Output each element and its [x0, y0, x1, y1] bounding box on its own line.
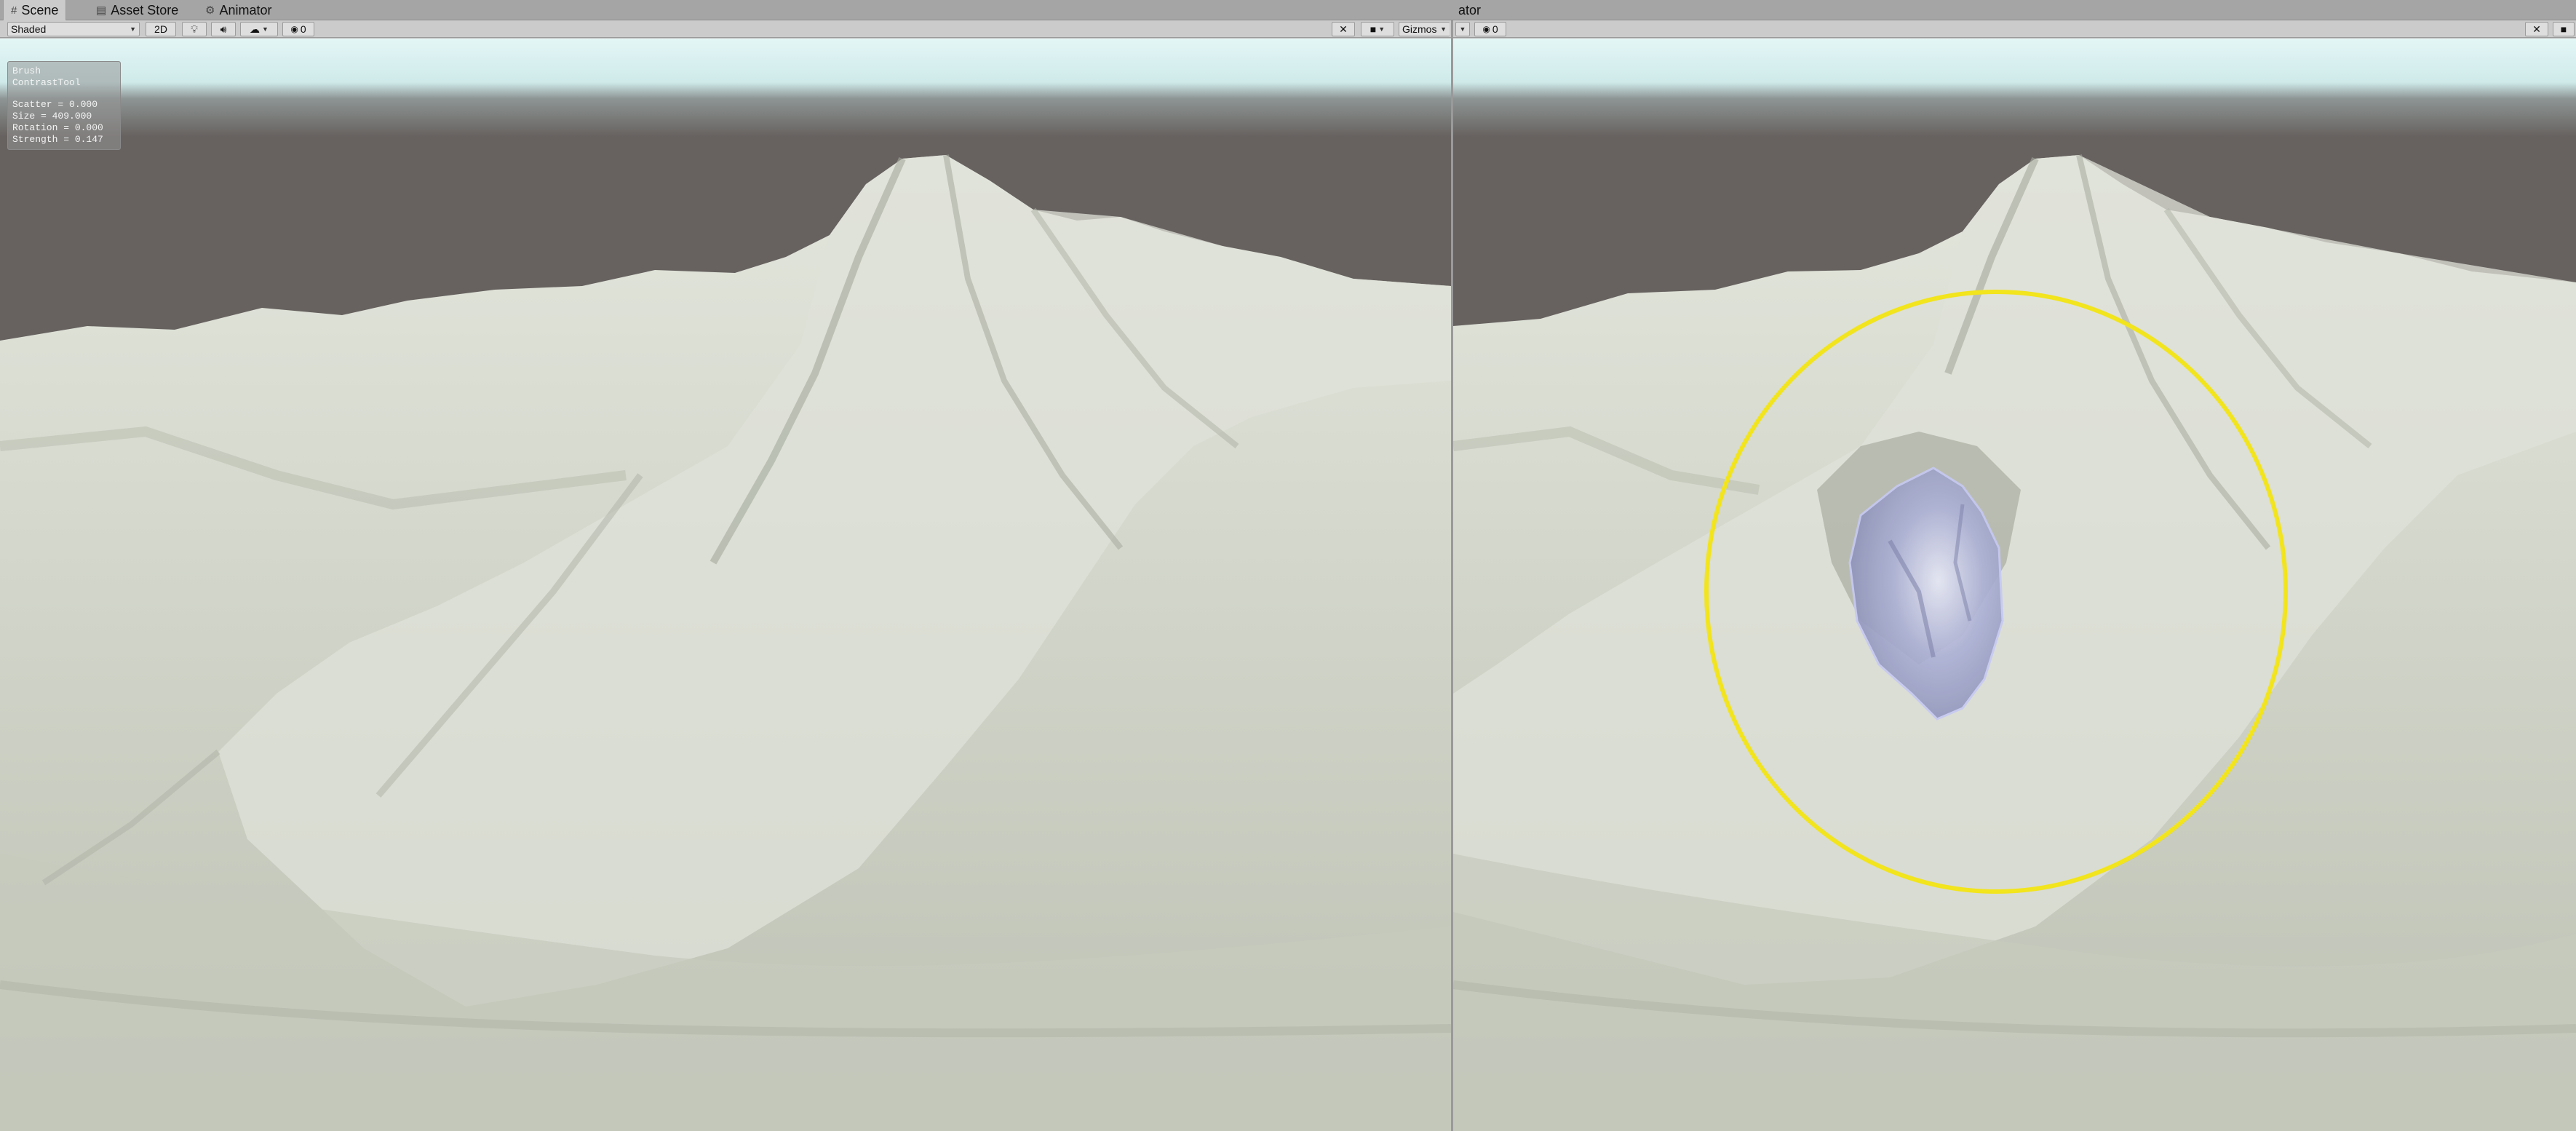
tab-label: Asset Store [111, 2, 179, 17]
eye-slash-icon: ◉ [1482, 24, 1490, 34]
overlay-rotation: Rotation = 0.000 [12, 122, 103, 133]
camera-dropdown-right[interactable]: ■ [2553, 22, 2575, 36]
terrain-render-left [0, 39, 1451, 1131]
camera-dropdown[interactable]: ■ ▼ [1361, 22, 1394, 36]
gizmos-dropdown-caret[interactable]: ▼ [1455, 22, 1470, 36]
eye-slash-icon: ◉ [290, 24, 298, 34]
overlay-tool-name: ContrastTool [12, 77, 81, 88]
chevron-down-icon: ▼ [1378, 25, 1386, 33]
overlay-line1: Brush [12, 66, 41, 76]
scene-grid-icon: # [11, 4, 17, 17]
hidden-count: 0 [300, 23, 306, 35]
lightbulb-icon: 💡︎ [191, 23, 198, 35]
animator-icon: ⚙ [205, 4, 215, 17]
tab-scene[interactable]: # Scene [3, 0, 67, 20]
hidden-count: 0 [1492, 23, 1498, 35]
tab-label: Animator [219, 2, 272, 17]
overlay-size: Size = 409.000 [12, 111, 92, 122]
gizmos-dropdown[interactable]: Gizmos ▼ [1399, 22, 1450, 36]
overlay-scatter: Scatter = 0.000 [12, 99, 98, 110]
effects-icon: ☁ [250, 23, 261, 35]
tab-label: ator [1458, 2, 1482, 17]
chevron-down-icon: ▼ [262, 25, 269, 33]
tab-animator[interactable]: ⚙ Animator [198, 0, 279, 20]
effects-dropdown[interactable]: ☁ ▼ [240, 22, 278, 36]
tab-bar: # Scene ▤ Asset Store ⚙ Animator ator [0, 0, 2576, 20]
scene-viewport-left[interactable] [0, 39, 1451, 1131]
camera-icon: ■ [2560, 23, 2567, 35]
asset-store-icon: ▤ [96, 4, 107, 17]
gizmos-label: Gizmos [1402, 23, 1437, 35]
scene-toolbar: Shaded ▼ 2D 💡︎ 🔊︎ ☁ ▼ ◉ 0 ✕ ■ ▼ Gizmos ▼… [0, 20, 2576, 38]
tools-button-right[interactable]: ✕ [2525, 22, 2548, 36]
chevron-down-icon: ▼ [1459, 25, 1466, 33]
lighting-toggle[interactable]: 💡︎ [182, 22, 207, 36]
tools-icon: ✕ [1339, 23, 1348, 35]
shading-mode-value: Shaded [11, 23, 47, 35]
chevron-down-icon: ▼ [130, 25, 136, 33]
tools-button[interactable]: ✕ [1332, 22, 1355, 36]
tab-asset-store[interactable]: ▤ Asset Store [89, 0, 186, 20]
brush-info-overlay: Brush ContrastTool Scatter = 0.000 Size … [7, 61, 121, 150]
shading-mode-dropdown[interactable]: Shaded ▼ [7, 22, 140, 36]
tab-label: Scene [21, 2, 59, 17]
overlay-strength: Strength = 0.147 [12, 134, 103, 145]
audio-toggle[interactable]: 🔊︎ [211, 22, 236, 36]
chevron-down-icon: ▼ [1440, 25, 1447, 33]
toggle-2d-label: 2D [154, 23, 167, 35]
toggle-2d-button[interactable]: 2D [146, 22, 176, 36]
tools-icon: ✕ [2532, 23, 2541, 35]
scene-viewport-right[interactable] [1453, 39, 2576, 1131]
hidden-objects-toggle[interactable]: ◉ 0 [282, 22, 314, 36]
speaker-icon: 🔊︎ [220, 23, 227, 35]
hidden-objects-toggle-right[interactable]: ◉ 0 [1474, 22, 1506, 36]
tab-right-partial[interactable]: ator [1451, 0, 1488, 20]
terrain-render-right [1453, 39, 2576, 1131]
camera-icon: ■ [1370, 23, 1377, 35]
